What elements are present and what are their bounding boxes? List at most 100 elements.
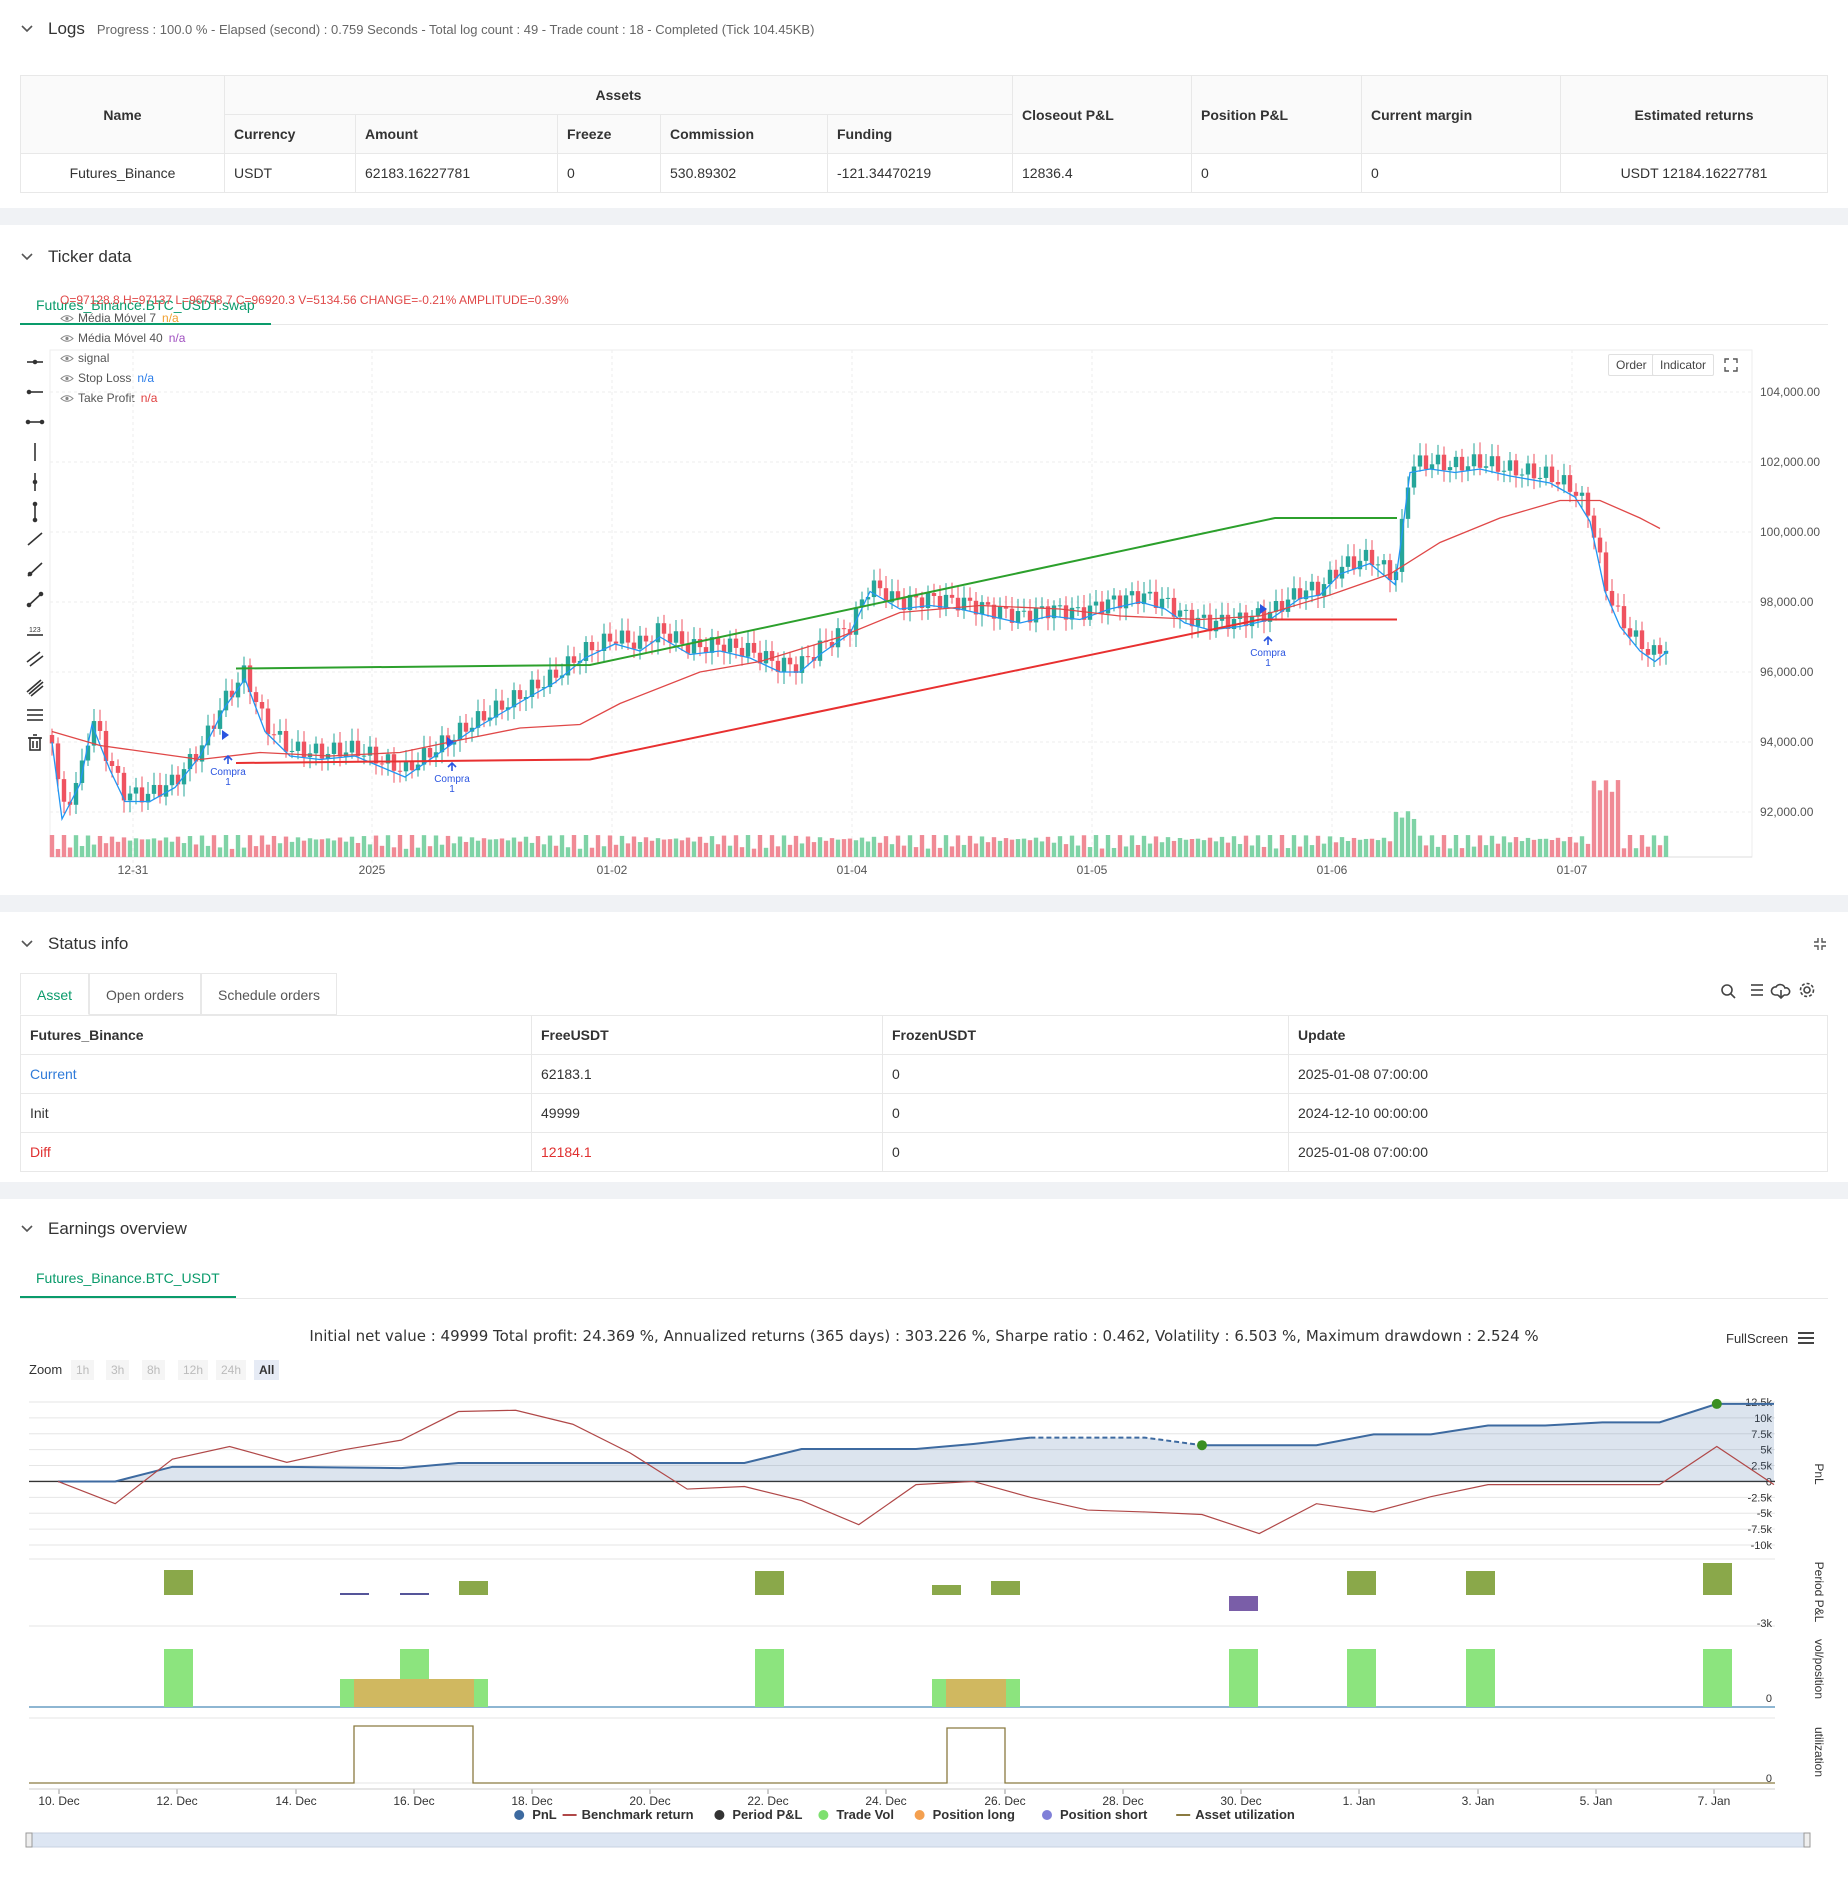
cell-update: 2024-12-10 00:00:00 [1288,1093,1828,1133]
volume-bar [1087,847,1093,857]
volume-bar [91,844,97,857]
volume-bar [1129,835,1135,857]
candle-body [1585,492,1591,516]
candle-body [517,690,523,699]
legend-marker [514,1810,525,1820]
volume-bar [1273,848,1279,857]
volume-bar [715,844,721,857]
th-margin: Current margin [1361,75,1561,154]
volume-bar [1513,837,1519,857]
volume-bar [1495,843,1501,857]
volume-bar [439,844,445,857]
volume-bar [1615,780,1621,857]
volume-bar [319,839,325,857]
volume-bar [691,841,697,857]
candle-body [1657,645,1663,654]
volume-bar [733,835,739,857]
volume-bar [1453,835,1459,857]
candle-body [1093,601,1099,606]
volume-bar [973,843,979,857]
price-chart[interactable]: 104,000.00 102,000.00 100,000.00 98,000.00 9… [0,225,1848,895]
volume-bar [55,848,61,857]
volume-bar [1423,845,1429,857]
tab-schedule-orders[interactable]: Schedule orders [201,973,337,1015]
candle-body [673,631,679,643]
volume-bar [1147,843,1153,857]
volume-bar [985,842,991,857]
volume-bar [931,835,937,857]
volume-bar [163,837,169,857]
volume-bar [967,835,973,857]
logs-header[interactable]: Logs Progress : 100.0 % - Elapsed (secon… [20,17,814,41]
candle-body [1477,454,1483,468]
volume-bar [943,835,949,857]
volume-bar [463,841,469,857]
buy-signal-arrow [447,761,457,771]
period-pnl-bar [164,1570,193,1595]
volume-bar [97,835,103,857]
candle-body [151,784,157,794]
volume-bar [331,840,337,857]
volume-bar [1591,780,1597,857]
volume-bar [535,836,541,857]
tab-asset[interactable]: Asset [20,973,90,1015]
candle-body [607,633,613,642]
chevron-down-icon[interactable] [20,937,34,951]
tab-open-orders[interactable]: Open orders [89,973,201,1015]
candle-body [349,740,355,753]
volume-bar [1327,836,1333,857]
volume-bar [607,835,613,857]
cell-position: 0 [1191,153,1362,193]
cell-returns: USDT 12184.16227781 [1560,153,1828,193]
volume-bar [1021,838,1027,857]
earnings-chart[interactable]: 12.5k10k7.5k5k2.5k0-2.5k-5k-7.5k-10k-3k0… [0,1199,1848,1881]
volume-bar [1597,790,1603,857]
period-pnl-bar [755,1571,784,1595]
candle-body [397,770,403,772]
x-tick-label: 01-07 [1557,863,1588,877]
candle-body [271,734,277,736]
pnl-marker [1711,1398,1722,1409]
candle-body [1453,456,1459,468]
axis-title: Period P&L [1812,1562,1826,1623]
legend-label: Asset utilization [1195,1807,1295,1822]
candle-body [283,730,289,752]
th-free: FreeUSDT [531,1015,883,1055]
candle-body [745,642,751,657]
candle-body [427,747,433,758]
x-tick-label: 14. Dec [275,1794,316,1808]
status-header[interactable]: Status info [20,932,128,956]
volume-bar [1117,835,1123,857]
cell-free: 12184.1 [531,1132,883,1172]
candle-body [61,779,67,802]
candle-body [781,657,787,672]
volume-bar [499,838,505,857]
volume-bar [757,835,763,857]
period-pnl-bar [1466,1571,1495,1595]
collapse-icon[interactable] [1812,936,1828,952]
volume-bar [1489,835,1495,857]
candle-body [1471,454,1477,467]
pnl-marker [1197,1440,1207,1451]
volume-bar [1075,845,1081,857]
volume-bar [763,847,769,857]
status-panel: Status info Asset Open orders Schedule o… [0,912,1848,1182]
candle-body [1579,492,1585,496]
candle-body [1165,597,1171,599]
candle-body [625,630,631,643]
volume-bar [1045,836,1051,857]
candle-body [1363,549,1369,561]
volume-bar [1651,835,1657,857]
x-tick-label: 2025 [359,863,386,877]
volume-bar [787,844,793,857]
chevron-down-icon[interactable] [20,22,34,36]
volume-bar [1477,835,1483,857]
y-tick-label: 102,000.00 [1760,455,1820,469]
legend-label: Period P&L [732,1807,802,1822]
legend-marker [914,1810,925,1820]
volume-bar [1153,836,1159,857]
candle-body [1447,467,1453,471]
candle-body [313,743,319,754]
volume-bar [265,844,271,857]
candle-body [553,669,559,678]
